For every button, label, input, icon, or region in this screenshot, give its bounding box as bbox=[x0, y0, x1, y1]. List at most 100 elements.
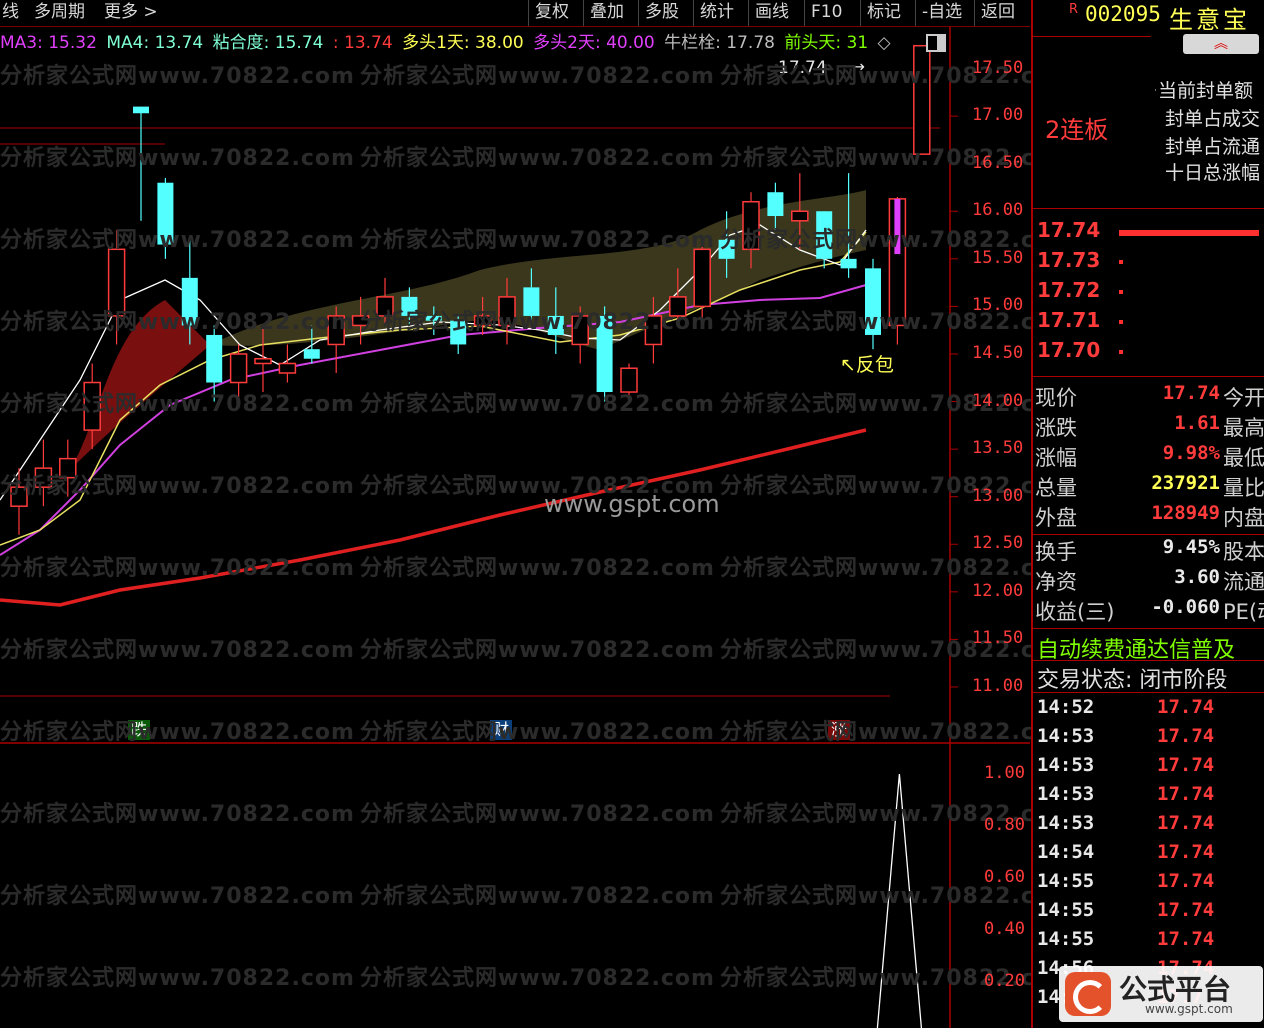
order-book-price: 17.73 bbox=[1037, 248, 1101, 272]
order-book-bar bbox=[1119, 290, 1123, 294]
watermark-text: 分析家公式网www.70822.com bbox=[360, 720, 715, 745]
fund-tail-label: 流通 bbox=[1223, 570, 1264, 594]
toolbar-item-more[interactable]: 更多 > bbox=[104, 0, 158, 26]
fund-label: 换手 bbox=[1035, 540, 1077, 564]
watermark-text: 分析家公式网www.70822.com bbox=[360, 146, 715, 171]
candle-body-up bbox=[278, 362, 297, 374]
seal-vs-float-label: 封单占流通 bbox=[1165, 136, 1261, 158]
candle-body-down bbox=[133, 106, 149, 114]
quote-value: 9.98% bbox=[1162, 442, 1220, 464]
fund-tail-label: PE(动 bbox=[1223, 600, 1264, 624]
quote-label: 涨跌 bbox=[1035, 416, 1077, 440]
tick-price: 17.74 bbox=[1157, 870, 1215, 892]
toolbar-item-multi-period[interactable]: 多周期 bbox=[34, 0, 85, 26]
watermark-text: 分析家公式网www.70822.com bbox=[360, 638, 715, 663]
watermark-text: 分析家公式网www.70822.com bbox=[360, 802, 715, 827]
restore-rights-button[interactable]: 复权 bbox=[528, 0, 575, 26]
tick-time: 14:53 bbox=[1037, 725, 1095, 747]
tick-price: 17.74 bbox=[1157, 754, 1215, 776]
add-watchlist-button[interactable]: -自选 bbox=[915, 0, 968, 26]
quote-value: 128949 bbox=[1151, 502, 1220, 524]
indicator-duotou2: 多头2天: 40.00 bbox=[533, 33, 655, 53]
fund-value: 3.60 bbox=[1174, 566, 1220, 588]
back-button[interactable]: 返回 bbox=[974, 0, 1021, 26]
stock-name: 生意宝 bbox=[1169, 6, 1250, 34]
f10-button[interactable]: F10 bbox=[804, 0, 848, 26]
price-tick-label: 13.50 bbox=[972, 438, 1024, 459]
overlay-button[interactable]: 叠加 bbox=[583, 0, 630, 26]
watermark-text: 分析家公式网www.70822.com bbox=[0, 556, 355, 581]
tick-time: 14:54 bbox=[1037, 841, 1095, 863]
indicator-qiantoutian: 前头天: 31 bbox=[784, 33, 869, 53]
fund-label: 收益(三) bbox=[1035, 600, 1115, 624]
quote-label: 外盘 bbox=[1035, 506, 1077, 530]
fund-label: 净资 bbox=[1035, 570, 1077, 594]
sub-tick-label: 0.80 bbox=[984, 815, 1025, 835]
quote-value: 1.61 bbox=[1174, 412, 1220, 434]
mark-button[interactable]: 标记 bbox=[860, 0, 907, 26]
arrow-up-left-icon: ↖ bbox=[840, 354, 856, 376]
fund-value: -0.060 bbox=[1151, 596, 1220, 618]
tick-price: 17.74 bbox=[1157, 783, 1215, 805]
watermark-text: 分析家公式网www.70822.com bbox=[360, 310, 715, 335]
quote-tail-label: 最高 bbox=[1223, 416, 1264, 440]
order-book-price: 17.74 bbox=[1037, 218, 1101, 242]
quote-value: 237921 bbox=[1151, 472, 1220, 494]
tick-time: 14:52 bbox=[1037, 696, 1095, 718]
indicator-unnamed: : 13.74 bbox=[332, 33, 393, 53]
watermark-text: 分析家公式网www.70822.com bbox=[0, 474, 355, 499]
price-tick-label: 15.50 bbox=[972, 247, 1024, 268]
indicator-legend: MA3: 15.32 MA4: 13.74 粘合度: 15.74 : 13.74… bbox=[0, 28, 895, 54]
ten-day-gain-label: 十日总涨幅 bbox=[1165, 162, 1261, 184]
watermark-text: 分析家公式网www.70822.com bbox=[720, 720, 1075, 745]
candle-body-up bbox=[254, 357, 272, 365]
trade-status: 交易状态: 闭市阶段 bbox=[1037, 668, 1228, 693]
collapse-button[interactable]: ︽ bbox=[1183, 34, 1259, 54]
chart-toolbar: 线 多周期 更多 > 复权 叠加 多股 统计 画线 F10 标记 -自选 返回 bbox=[0, 0, 1030, 27]
sub-tick-label: 1.00 bbox=[984, 763, 1025, 783]
tick-price: 17.74 bbox=[1157, 928, 1215, 950]
tick-price: 17.74 bbox=[1157, 899, 1215, 921]
stock-code: 002095 bbox=[1085, 2, 1161, 26]
watermark-text: 分析家公式网www.70822.com bbox=[0, 720, 355, 745]
quote-tail-label: 最低 bbox=[1223, 446, 1264, 470]
toolbar-item-line[interactable]: 线 bbox=[2, 0, 19, 26]
tick-time: 14:55 bbox=[1037, 928, 1095, 950]
watermark-text: 分析家公式网www.70822.com bbox=[0, 310, 355, 335]
price-tick-label: 12.00 bbox=[972, 580, 1024, 601]
watermark-text: 分析家公式网www.70822.com bbox=[0, 638, 355, 663]
quote-tail-label: 量比 bbox=[1223, 476, 1264, 500]
indicator-ma3: MA3: 15.32 bbox=[0, 33, 97, 53]
candle-body-down bbox=[206, 334, 223, 383]
indicator-niulanshuan: 牛栏栓: 17.78 bbox=[664, 33, 775, 53]
tick-price: 17.74 bbox=[1157, 841, 1215, 863]
multi-stock-button[interactable]: 多股 bbox=[638, 0, 685, 26]
fund-tail-label: 股本 bbox=[1223, 540, 1264, 564]
tick-price: 17.74 bbox=[1157, 696, 1215, 718]
sub-tick-label: 0.20 bbox=[984, 971, 1025, 991]
logo-url: www.gspt.com bbox=[1145, 1002, 1233, 1016]
quote-panel: R 002095 生意宝 ︽ 2连板 ˙当前封单额 封单占成交 封单占流通 十日… bbox=[1031, 0, 1264, 1028]
price-tick-label: 12.50 bbox=[972, 533, 1024, 554]
price-tick-label: 15.00 bbox=[972, 295, 1024, 316]
candle-body-down bbox=[840, 258, 857, 269]
indicator-nianhedu: 粘合度: 15.74 bbox=[212, 33, 324, 53]
price-tick-label: 14.00 bbox=[972, 390, 1024, 411]
seal-vs-volume-label: 封单占成交 bbox=[1165, 108, 1261, 130]
statistics-button[interactable]: 统计 bbox=[693, 0, 740, 26]
fund-value: 9.45% bbox=[1162, 536, 1220, 558]
order-book-price: 17.70 bbox=[1037, 338, 1101, 362]
watermark-text: 分析家公式网www.70822.com bbox=[0, 802, 355, 827]
price-tick-label: 17.50 bbox=[972, 57, 1024, 78]
watermark-text: 分析家公式网www.70822.com bbox=[0, 64, 355, 89]
panel-toggle-icon[interactable] bbox=[926, 34, 946, 52]
price-tick-label: 16.00 bbox=[972, 200, 1024, 221]
watermark-text: 分析家公式网www.70822.com bbox=[360, 228, 715, 253]
logo-g-icon bbox=[1065, 972, 1111, 1016]
candle-body-down bbox=[767, 192, 784, 217]
draw-line-button[interactable]: 画线 bbox=[748, 0, 795, 26]
sub-tick-label: 0.40 bbox=[984, 919, 1025, 939]
price-tick-label: 11.00 bbox=[972, 675, 1024, 696]
tick-price: 17.74 bbox=[1157, 725, 1215, 747]
diamond-icon[interactable]: ◇ bbox=[878, 33, 891, 53]
